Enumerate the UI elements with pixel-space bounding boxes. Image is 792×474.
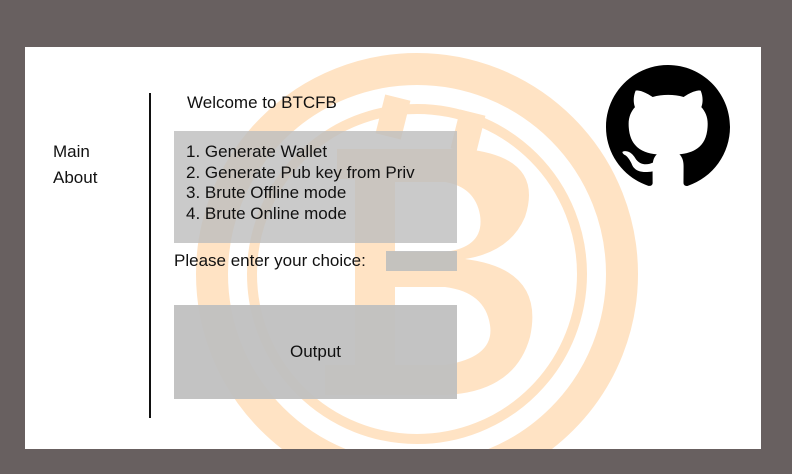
menu-option-brute-online: 4. Brute Online mode bbox=[186, 203, 347, 223]
menu-option-generate-wallet: 1. Generate Wallet bbox=[186, 142, 328, 161]
menu-options-box: 1. Generate Wallet 2. Generate Pub key f… bbox=[174, 131, 457, 243]
choice-input[interactable] bbox=[386, 251, 457, 271]
output-box: Output bbox=[174, 305, 457, 399]
menu-option-brute-offline: 3. Brute Offline mode bbox=[186, 183, 347, 202]
main-panel: Main About Welcome to BTCFB 1. Generate … bbox=[25, 47, 761, 449]
menu-option-generate-pubkey: 2. Generate Pub key from Priv bbox=[186, 162, 415, 182]
welcome-heading: Welcome to BTCFB bbox=[187, 93, 337, 112]
choice-label: Please enter your choice: bbox=[174, 251, 366, 270]
github-icon[interactable] bbox=[606, 65, 730, 189]
side-nav: Main About bbox=[53, 139, 97, 191]
nav-main-link[interactable]: Main bbox=[53, 139, 97, 165]
output-label: Output bbox=[289, 342, 342, 361]
nav-about-link[interactable]: About bbox=[53, 165, 97, 191]
menu-options-list: 1. Generate Wallet 2. Generate Pub key f… bbox=[174, 131, 457, 224]
vertical-divider bbox=[149, 93, 151, 418]
